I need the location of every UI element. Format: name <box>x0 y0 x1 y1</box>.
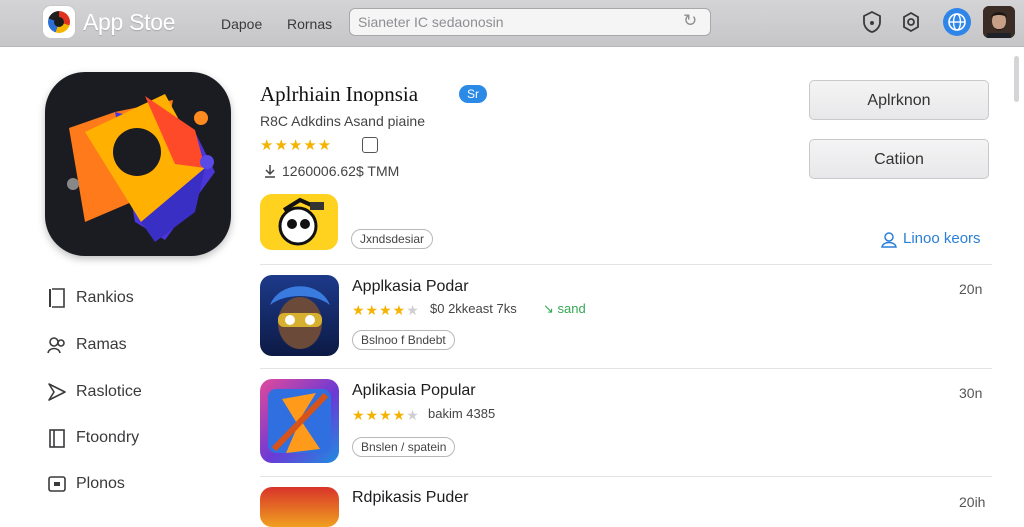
divider <box>260 368 992 369</box>
featured-app-subtitle: R8C Adkdins Asand piaine <box>260 113 425 129</box>
account-globe-icon[interactable] <box>943 8 971 36</box>
tag-chip[interactable]: Jxndsdesiar <box>351 229 434 249</box>
trend-label: ↘ sand <box>543 301 586 317</box>
sidebar-item-label: Plonos <box>76 475 125 492</box>
list-item-icon[interactable] <box>260 379 339 463</box>
cancel-button[interactable]: Catiion <box>809 139 989 179</box>
bookmark-icon <box>49 288 65 308</box>
user-icon <box>881 232 897 248</box>
settings-icon[interactable] <box>899 10 923 34</box>
list-item-title[interactable]: Applkasia Podar <box>352 278 469 296</box>
trend-icon: ↘ <box>543 301 554 316</box>
people-icon <box>47 337 65 354</box>
list-item-size: 20ih <box>959 494 986 510</box>
divider <box>260 476 992 477</box>
sidebar-item-label: Raslotice <box>76 383 142 400</box>
top-bar: App Stoe Dapoe Rornas ↻ <box>0 0 1024 47</box>
list-item-meta: bakim 4385 <box>428 406 496 421</box>
sidebar-item-ramas[interactable]: Ramas <box>46 334 206 358</box>
nav-item-2[interactable]: Rornas <box>287 16 332 32</box>
tag-chip[interactable]: Bnslen / spatein <box>352 437 456 457</box>
list-item-icon[interactable] <box>260 275 339 356</box>
star-rating: ★★★★★ <box>352 407 420 423</box>
share-icon[interactable] <box>362 137 378 153</box>
trend-text: sand <box>557 301 586 316</box>
sidebar-item-rankios[interactable]: Rankios <box>46 287 206 311</box>
star-rating: ★★★★★ <box>352 302 420 318</box>
view-more-link[interactable]: Linoo keors <box>903 230 981 247</box>
send-icon <box>48 383 66 401</box>
sidebar-item-label: Rankios <box>76 289 134 306</box>
list-item-title[interactable]: Rdpikasis Puder <box>352 489 469 507</box>
sidebar-item-label: Ramas <box>76 336 127 353</box>
tag-chip[interactable]: Bslnoo f Bndebt <box>352 330 455 350</box>
list-item-title[interactable]: Aplikasia Popular <box>352 382 476 400</box>
list-item-size: 20n <box>959 281 983 297</box>
refresh-icon[interactable]: ↻ <box>683 11 697 31</box>
sidebar-item-ftoondry[interactable]: Ftoondry <box>46 427 206 451</box>
download-count: 1260006.62$ TMM <box>282 163 400 179</box>
list-item-icon[interactable] <box>260 487 339 527</box>
star-rating: ★★★★★ <box>260 137 333 154</box>
status-badge: Sr <box>459 85 487 103</box>
install-button[interactable]: Aplrknon <box>809 80 989 120</box>
user-avatar[interactable] <box>983 6 1015 38</box>
list-item-size: 30n <box>959 385 983 401</box>
list-item-meta: $0 2kkeast 7ks <box>430 301 517 316</box>
app-thumbnail[interactable] <box>260 194 338 250</box>
sidebar-item-plonos[interactable]: Plonos <box>46 473 206 497</box>
shield-icon[interactable] <box>860 10 884 34</box>
app-store-logo[interactable] <box>43 6 75 38</box>
featured-app-icon[interactable] <box>45 72 231 256</box>
book-icon <box>49 429 65 448</box>
featured-app-title: Aplrhiain Inopnsia <box>260 82 419 106</box>
sidebar-item-raslotice[interactable]: Raslotice <box>46 381 206 405</box>
grid-icon <box>48 476 66 492</box>
sidebar-item-label: Ftoondry <box>76 429 140 446</box>
divider <box>260 264 992 265</box>
app-title: App Stoe <box>83 9 176 35</box>
search-box[interactable] <box>349 8 711 36</box>
search-input[interactable] <box>358 9 678 35</box>
nav-item-1[interactable]: Dapoe <box>221 16 262 32</box>
scrollbar-thumb[interactable] <box>1014 56 1019 102</box>
download-icon <box>265 165 275 178</box>
